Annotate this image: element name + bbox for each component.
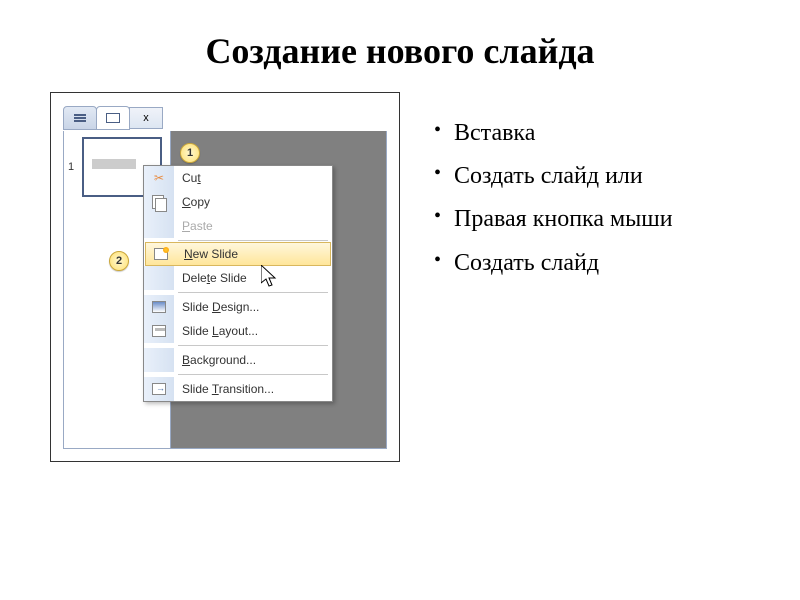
list-item: Правая кнопка мыши (430, 198, 673, 241)
menu-copy[interactable]: Copy (144, 190, 332, 214)
outline-icon (74, 117, 86, 119)
menu-cut[interactable]: Cut (144, 166, 332, 190)
menu-delete-slide[interactable]: Delete Slide (144, 266, 332, 290)
menu-slide-transition-label: Slide Transition... (182, 382, 274, 396)
menu-paste: Paste (144, 214, 332, 238)
callout-badge-1: 1 (180, 143, 200, 163)
powerpoint-shell: x 1 1 2 Cu (63, 105, 387, 449)
context-menu: Cut Copy Paste New Slide (143, 165, 333, 402)
slide-number: 1 (68, 161, 78, 173)
design-icon (152, 301, 166, 313)
menu-background-label: Background... (182, 353, 256, 367)
page-title: Создание нового слайда (50, 30, 750, 72)
transition-icon (152, 383, 166, 395)
content-row: x 1 1 2 Cu (50, 92, 750, 462)
menu-cut-label: Cut (182, 171, 201, 185)
menu-delete-slide-label: Delete Slide (182, 271, 247, 285)
list-item: Создать слайд или (430, 155, 673, 198)
tab-bar: x (63, 105, 387, 131)
outline-tab[interactable] (63, 106, 97, 130)
menu-separator (178, 292, 328, 293)
menu-separator (178, 345, 328, 346)
menu-slide-layout[interactable]: Slide Layout... (144, 319, 332, 343)
layout-icon (152, 325, 166, 337)
screenshot-panel: x 1 1 2 Cu (50, 92, 400, 462)
menu-slide-layout-label: Slide Layout... (182, 324, 258, 338)
menu-new-slide-label: New Slide (184, 247, 238, 261)
slides-icon (106, 113, 120, 123)
new-slide-icon (154, 248, 168, 260)
menu-separator (178, 240, 328, 241)
copy-icon (152, 195, 166, 209)
scissors-icon (154, 171, 164, 185)
menu-slide-design[interactable]: Slide Design... (144, 295, 332, 319)
callout-badge-2: 2 (109, 251, 129, 271)
menu-slide-transition[interactable]: Slide Transition... (144, 377, 332, 401)
close-icon: x (143, 112, 149, 124)
pane-close-button[interactable]: x (129, 107, 163, 129)
menu-separator (178, 374, 328, 375)
list-item: Создать слайд (430, 242, 673, 285)
menu-new-slide[interactable]: New Slide (145, 242, 331, 266)
menu-copy-label: Copy (182, 195, 210, 209)
presentation-slide: Создание нового слайда x (0, 0, 800, 492)
instruction-list: Вставка Создать слайд или Правая кнопка … (430, 92, 673, 285)
menu-slide-design-label: Slide Design... (182, 300, 259, 314)
slides-tab[interactable] (96, 106, 130, 130)
menu-paste-label: Paste (182, 219, 213, 233)
menu-background[interactable]: Background... (144, 348, 332, 372)
list-item: Вставка (430, 112, 673, 155)
